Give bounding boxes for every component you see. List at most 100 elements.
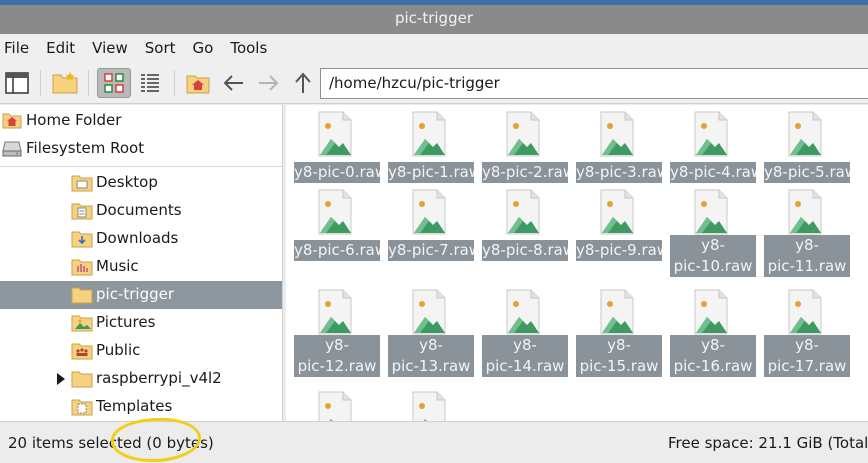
file-item[interactable]: y8-pic-9.raw — [572, 183, 662, 279]
image-file-icon — [412, 111, 446, 157]
file-name-line: y8- — [419, 336, 443, 354]
place-filesystem-root[interactable]: Filesystem Root — [0, 135, 282, 161]
toolbar-separator — [174, 70, 175, 96]
desktop-panel-strip — [0, 0, 868, 5]
file-name: y8-pic-6.raw — [294, 240, 380, 261]
tree-item-label: Pictures — [96, 313, 156, 331]
file-name: y8-pic-9.raw — [576, 240, 662, 261]
home-button[interactable] — [183, 68, 213, 98]
file-icon-view[interactable]: y8-pic-0.raw y8-pic-1.raw y8-pic-2.raw y8-p… — [286, 105, 868, 421]
new-folder-button[interactable] — [50, 68, 80, 98]
list-view-icon — [141, 74, 159, 92]
image-file-icon — [412, 289, 446, 335]
folder-icon — [71, 287, 93, 304]
file-name: y8- pic-12.raw — [294, 335, 380, 377]
image-file-icon — [694, 289, 728, 335]
file-name-line: y8-pic-2.raw — [482, 163, 568, 181]
file-item[interactable] — [290, 385, 380, 421]
expander-arrow-icon[interactable] — [57, 373, 65, 385]
forward-arrow-icon — [259, 75, 279, 91]
menu-file[interactable]: File — [4, 39, 29, 57]
tree-item-downloads[interactable]: Downloads — [0, 225, 282, 253]
downloads-folder-icon — [71, 231, 93, 248]
image-file-icon — [788, 289, 822, 335]
tree-item-label: Music — [96, 257, 139, 275]
file-name-line: y8-pic-7.raw — [388, 241, 474, 259]
file-item[interactable]: y8- pic-14.raw — [478, 283, 568, 379]
file-name: y8- pic-16.raw — [670, 335, 756, 377]
tree-item-templates[interactable]: Templates — [0, 393, 282, 421]
tree-item-raspberrypi-v4l2[interactable]: raspberrypi_v4l2 — [0, 365, 282, 393]
file-item[interactable]: y8- pic-15.raw — [572, 283, 662, 379]
file-name-line: y8-pic-1.raw — [388, 163, 474, 181]
file-item[interactable] — [384, 385, 474, 421]
file-item[interactable]: y8- pic-11.raw — [760, 183, 850, 279]
up-button[interactable] — [289, 68, 317, 98]
tree-item-desktop[interactable]: Desktop — [0, 169, 282, 197]
forward-button[interactable] — [254, 68, 282, 98]
place-home-folder[interactable]: Home Folder — [0, 107, 282, 133]
file-item[interactable]: y8- pic-17.raw — [760, 283, 850, 379]
file-name-line: y8- — [701, 236, 725, 254]
tree-item-public[interactable]: Public — [0, 337, 282, 365]
templates-folder-icon — [71, 399, 93, 416]
new-window-button[interactable] — [3, 68, 31, 98]
window-title: pic-trigger — [394, 9, 473, 27]
file-item[interactable]: y8-pic-6.raw — [290, 183, 380, 279]
place-label: Home Folder — [26, 111, 122, 129]
file-name-line: pic-11.raw — [767, 257, 847, 275]
side-pane: Home Folder Filesystem Root Desktop Docu… — [0, 105, 283, 421]
home-icon — [186, 75, 210, 94]
path-bar-input[interactable]: /home/hzcu/pic-trigger — [320, 68, 868, 99]
file-name: y8-pic-2.raw — [482, 162, 568, 183]
file-item[interactable]: y8- pic-13.raw — [384, 283, 474, 379]
menu-edit[interactable]: Edit — [46, 39, 75, 57]
new-folder-icon — [52, 72, 78, 94]
tree-item-label: Desktop — [96, 173, 158, 191]
list-view-button[interactable] — [135, 68, 165, 98]
place-label: Filesystem Root — [26, 139, 145, 157]
image-file-icon — [318, 391, 352, 421]
home-icon — [2, 113, 22, 129]
toolbar-separator — [88, 70, 89, 96]
tree-item-pictures[interactable]: Pictures — [0, 309, 282, 337]
file-name-line: y8- — [795, 236, 819, 254]
menu-tools[interactable]: Tools — [230, 39, 267, 57]
image-file-icon — [506, 289, 540, 335]
file-name-line: pic-13.raw — [391, 357, 471, 375]
tree-item-documents[interactable]: Documents — [0, 197, 282, 225]
back-button[interactable] — [220, 68, 248, 98]
menu-sort[interactable]: Sort — [145, 39, 176, 57]
file-name-line: y8- — [325, 336, 349, 354]
pictures-folder-icon — [71, 315, 93, 332]
file-name: y8-pic-1.raw — [388, 162, 474, 183]
image-file-icon — [694, 189, 728, 235]
file-name: y8- pic-13.raw — [388, 335, 474, 377]
tree-item-music[interactable]: Music — [0, 253, 282, 281]
tree-item-label: Documents — [96, 201, 182, 219]
desktop-folder-icon — [71, 175, 93, 192]
file-name-line: y8-pic-4.raw — [670, 163, 756, 181]
window-titlebar[interactable]: pic-trigger — [0, 0, 868, 34]
file-name-line: y8-pic-6.raw — [294, 241, 380, 259]
file-name: y8- pic-15.raw — [576, 335, 662, 377]
file-item[interactable]: y8-pic-8.raw — [478, 183, 568, 279]
file-item[interactable]: y8-pic-7.raw — [384, 183, 474, 279]
file-item[interactable]: y8- pic-16.raw — [666, 283, 756, 379]
icon-view-button[interactable] — [97, 68, 131, 98]
file-name: y8-pic-3.raw — [576, 162, 662, 183]
file-item[interactable]: y8- pic-12.raw — [290, 283, 380, 379]
tree-item-label: Downloads — [96, 229, 179, 247]
tree-item-pic-trigger[interactable]: pic-trigger — [0, 281, 282, 309]
image-file-icon — [600, 111, 634, 157]
menu-view[interactable]: View — [92, 39, 128, 57]
file-name-line: y8- — [795, 336, 819, 354]
toolbar-separator — [40, 70, 41, 96]
image-file-icon — [506, 111, 540, 157]
file-name: y8-pic-8.raw — [482, 240, 568, 261]
new-window-icon — [5, 72, 29, 94]
file-item[interactable]: y8- pic-10.raw — [666, 183, 756, 279]
documents-folder-icon — [71, 203, 93, 220]
menu-go[interactable]: Go — [193, 39, 214, 57]
image-file-icon — [412, 189, 446, 235]
